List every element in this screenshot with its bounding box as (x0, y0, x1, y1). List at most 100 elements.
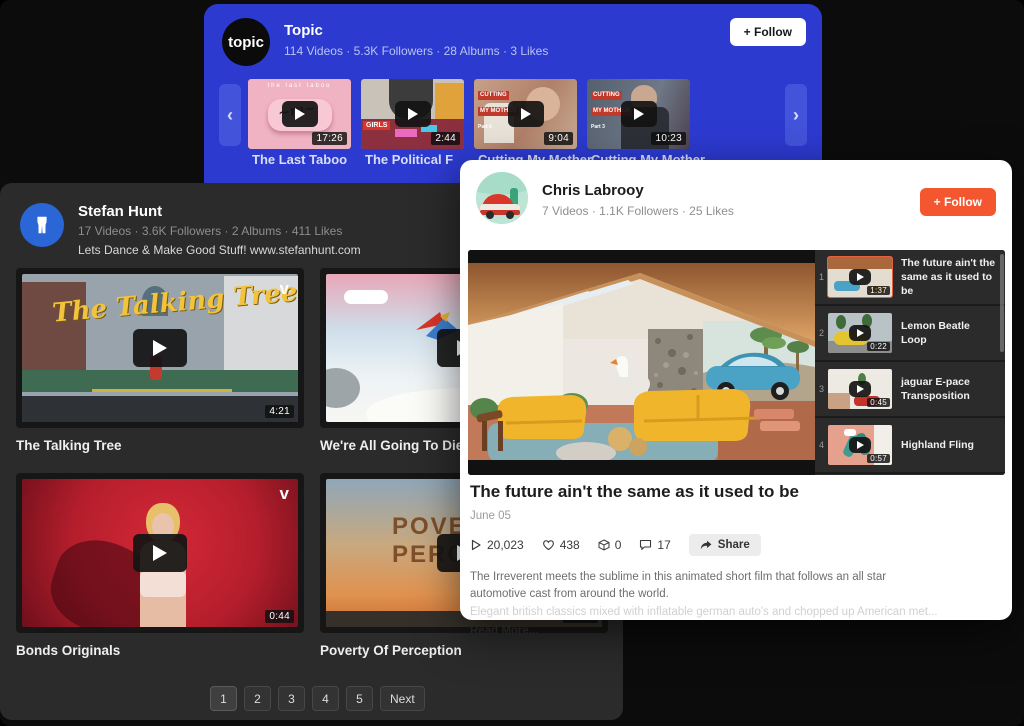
playlist-thumb[interactable]: 0:45 (828, 369, 892, 409)
stefan-video-thumb[interactable]: The Talking Tree v 4:21 (16, 268, 304, 428)
topic-follow-button[interactable]: + Follow (730, 18, 806, 46)
playlist-index: 1 (815, 272, 828, 282)
playlist-thumb[interactable]: 0:57 (828, 425, 892, 465)
duration-badge: 0:44 (265, 610, 294, 623)
page-button-3[interactable]: 3 (278, 686, 305, 711)
bridge-deck (22, 396, 298, 422)
likes-stat[interactable]: 438 (542, 538, 580, 552)
playlist-scrollbar[interactable] (1000, 254, 1004, 352)
play-icon (153, 340, 167, 356)
play-button[interactable] (849, 381, 871, 397)
page-next-button[interactable]: Next (380, 686, 425, 711)
letterbox-top (468, 250, 815, 263)
play-button[interactable] (395, 101, 431, 127)
stefan-video-thumb[interactable]: v 0:44 (16, 473, 304, 633)
thumb-overlay-text: CUTTING (591, 91, 622, 100)
talking-tree-art: The Talking Tree v 4:21 (22, 274, 298, 422)
chevron-right-icon: › (793, 105, 799, 125)
chris-header: Chris Labrooy 7 Videos · 1.1K Followers … (476, 172, 734, 224)
chris-follow-button[interactable]: + Follow (920, 188, 996, 216)
heart-icon (542, 539, 555, 551)
thumb-overlay-text: CUTTING (478, 91, 509, 100)
mini-wood (828, 257, 892, 269)
vimeo-logo: v (280, 280, 289, 297)
mini-palm (836, 315, 846, 329)
playlist-item[interactable]: 2 0:22 Lemon Beatle Loop (815, 306, 1005, 360)
duration-badge: 2:44 (431, 132, 460, 145)
play-icon (857, 385, 864, 393)
play-icon (634, 108, 644, 120)
playlist-item[interactable]: 1 1:37 The future ain't the same as it u… (815, 250, 1005, 304)
chevron-left-icon: ‹ (227, 105, 233, 125)
topic-video-title[interactable]: The Last Taboo (252, 152, 347, 167)
play-button[interactable] (282, 101, 318, 127)
play-button[interactable] (849, 269, 871, 285)
thumb-overlay-subtext: Part 6 (478, 124, 492, 130)
cloud (344, 290, 388, 304)
collections-stat[interactable]: 0 (598, 538, 622, 552)
play-button[interactable] (133, 534, 187, 572)
carousel-next-button[interactable]: › (785, 84, 807, 146)
topic-avatar[interactable]: topic (222, 18, 270, 66)
topic-channel-stats: 114 Videos · 5.3K Followers · 28 Albums … (284, 44, 548, 58)
play-button[interactable] (508, 101, 544, 127)
topic-video-thumb[interactable]: CUTTING MY MOTHER Part 6 9:04 (474, 79, 577, 149)
collections-count: 0 (615, 538, 622, 552)
vimeo-logo: v (280, 485, 289, 502)
topic-video-thumb[interactable]: CUTTING MY MOTHER Part 3 10:23 (587, 79, 690, 149)
video-player: 1 1:37 The future ain't the same as it u… (468, 250, 1005, 475)
thumb-overlay-text: GIRLS (363, 121, 390, 130)
page-button-2[interactable]: 2 (244, 686, 271, 711)
video-screen[interactable] (468, 250, 815, 475)
stefan-video-title[interactable]: The Talking Tree (16, 438, 304, 453)
playlist-item[interactable]: 3 0:45 jaguar E-pace Transposition (815, 362, 1005, 416)
screenshot-stage: topic Topic 114 Videos · 5.3K Followers … (0, 0, 1024, 726)
topic-video-thumb[interactable]: GIRLS 2:44 (361, 79, 464, 149)
playlist-item[interactable]: 4 0:57 Highland Fling (815, 418, 1005, 472)
play-button[interactable] (133, 329, 187, 367)
play-button[interactable] (849, 437, 871, 453)
topic-video-thumb[interactable]: the last taboo ~m~ 17:26 (248, 79, 351, 149)
future-film-frame-art (468, 263, 815, 462)
stefan-video-title[interactable]: Poverty Of Perception (320, 643, 608, 658)
playlist-index: 2 (815, 328, 828, 338)
stefan-channel-bio: Lets Dance & Make Good Stuff! www.stefan… (78, 243, 361, 257)
neon-pink (395, 129, 417, 137)
topic-channel-name: Topic (284, 22, 548, 39)
page-button-5[interactable]: 5 (346, 686, 373, 711)
share-button[interactable]: Share (689, 534, 761, 556)
play-icon (295, 108, 305, 120)
tiny-credit-line (92, 389, 232, 392)
topic-avatar-label: topic (228, 34, 264, 51)
chris-labrooy-channel-card: Chris Labrooy 7 Videos · 1.1K Followers … (460, 160, 1012, 620)
duration-badge: 1:37 (867, 286, 890, 295)
page-button-4[interactable]: 4 (312, 686, 339, 711)
chris-avatar[interactable] (476, 172, 528, 224)
play-icon (857, 441, 864, 449)
bra-shape (140, 571, 186, 597)
stefan-channel-stats: 17 Videos · 3.6K Followers · 2 Albums · … (78, 224, 361, 238)
mini-shoe (844, 429, 856, 436)
stefan-avatar[interactable] (20, 203, 64, 247)
play-icon (153, 545, 167, 561)
stefan-video-title[interactable]: Bonds Originals (16, 643, 304, 658)
bonds-art: v 0:44 (22, 479, 298, 627)
comments-stat[interactable]: 17 (639, 538, 670, 552)
play-button[interactable] (849, 325, 871, 341)
playlist-item-partial (815, 474, 1005, 475)
play-icon (521, 108, 531, 120)
playlist-title: Highland Fling (892, 438, 982, 452)
collections-icon (598, 539, 610, 551)
carousel-prev-button[interactable]: ‹ (219, 84, 241, 146)
topic-video-title[interactable]: The Political F (365, 152, 453, 167)
duration-badge: 9:04 (544, 132, 573, 145)
page-button-1[interactable]: 1 (210, 686, 237, 711)
playlist-thumb[interactable]: 0:22 (828, 313, 892, 353)
video-stats-row: 20,023 438 0 17 Share (470, 534, 1002, 556)
play-button[interactable] (621, 101, 657, 127)
playlist-index: 3 (815, 384, 828, 394)
read-more-link[interactable]: Read More... (470, 625, 1002, 637)
video-title: The future ain't the same as it used to … (470, 482, 1002, 502)
play-icon (857, 273, 864, 281)
playlist-thumb-selected[interactable]: 1:37 (828, 257, 892, 297)
